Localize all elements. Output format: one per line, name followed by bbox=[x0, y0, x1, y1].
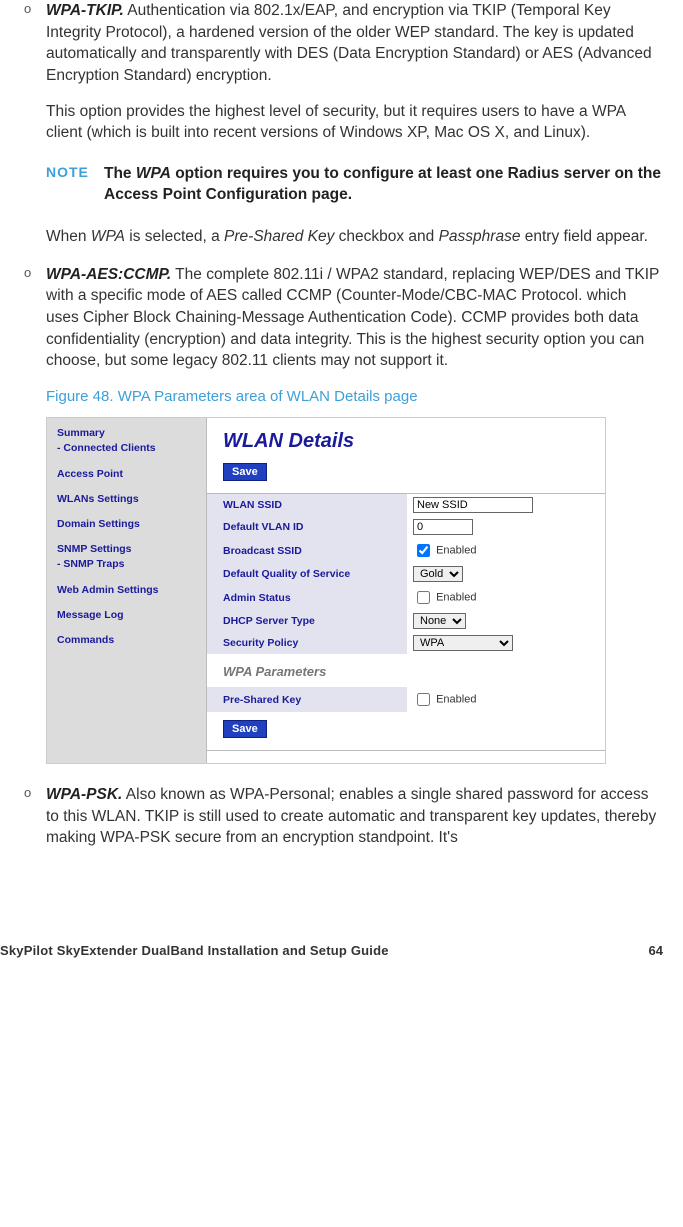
row-security: Security Policy WPA bbox=[207, 632, 605, 654]
label-vlan: Default VLAN ID bbox=[207, 516, 407, 538]
sidebar-item-domain[interactable]: Domain Settings bbox=[57, 517, 196, 532]
label-broadcast: Broadcast SSID bbox=[207, 538, 407, 563]
term-wpa-tkip: WPA-TKIP. bbox=[46, 2, 124, 19]
pn-mid1: is selected, a bbox=[125, 228, 224, 245]
list-item-wpa-aes: o WPA-AES:CCMP. The complete 802.11i / W… bbox=[20, 264, 663, 372]
select-dhcp[interactable]: None bbox=[413, 613, 466, 629]
desc-wpa-tkip: Authentication via 802.1x/EAP, and encry… bbox=[46, 2, 652, 84]
term-wpa-aes: WPA-AES:CCMP. bbox=[46, 266, 171, 283]
sidebar-item-message-log[interactable]: Message Log bbox=[57, 608, 196, 623]
list-item-wpa-tkip: o WPA-TKIP. Authentication via 802.1x/EA… bbox=[20, 0, 663, 144]
item-body: WPA-TKIP. Authentication via 802.1x/EAP,… bbox=[46, 0, 663, 144]
sidebar-item-wlans[interactable]: WLANs Settings bbox=[57, 492, 196, 507]
wpa-params-table: Pre-Shared Key Enabled bbox=[207, 687, 605, 712]
settings-table: WLAN SSID Default VLAN ID Broadcast SSID… bbox=[207, 494, 605, 654]
sidebar-item-commands[interactable]: Commands bbox=[57, 633, 196, 648]
row-dhcp: DHCP Server Type None bbox=[207, 610, 605, 632]
checkbox-psk[interactable] bbox=[417, 693, 430, 706]
input-vlan[interactable] bbox=[413, 519, 473, 535]
page-footer: SkyPilot SkyExtender DualBand Installati… bbox=[0, 903, 683, 978]
row-vlan: Default VLAN ID bbox=[207, 516, 605, 538]
note-label: NOTE bbox=[46, 164, 104, 180]
item-body: WPA-AES:CCMP. The complete 802.11i / WPA… bbox=[46, 264, 663, 372]
pn-mid2: checkbox and bbox=[334, 228, 438, 245]
row-psk: Pre-Shared Key Enabled bbox=[207, 687, 605, 712]
row-admin: Admin Status Enabled bbox=[207, 585, 605, 610]
checkbox-broadcast[interactable] bbox=[417, 544, 430, 557]
para-wpa-tkip-2: This option provides the highest level o… bbox=[46, 101, 663, 144]
enabled-label: Enabled bbox=[436, 545, 476, 557]
note-block: NOTE The WPA option requires you to conf… bbox=[46, 164, 663, 206]
label-ssid: WLAN SSID bbox=[207, 494, 407, 516]
item-body: WPA-PSK. Also known as WPA-Personal; ena… bbox=[46, 784, 663, 849]
list-item-wpa-psk: o WPA-PSK. Also known as WPA-Personal; e… bbox=[20, 784, 663, 849]
list-bullet: o bbox=[24, 784, 46, 802]
nav-sublabel: - SNMP Traps bbox=[57, 557, 196, 572]
sidebar-item-access-point[interactable]: Access Point bbox=[57, 467, 196, 482]
select-qos[interactable]: Gold bbox=[413, 566, 463, 582]
wpa-parameters-heading: WPA Parameters bbox=[207, 654, 605, 687]
nav-label: SNMP Settings bbox=[57, 543, 131, 555]
term-wpa-psk: WPA-PSK. bbox=[46, 786, 122, 803]
label-security: Security Policy bbox=[207, 632, 407, 654]
note-wpa-term: WPA bbox=[136, 165, 171, 182]
checkbox-admin[interactable] bbox=[417, 591, 430, 604]
pn-suffix: entry field appear. bbox=[520, 228, 648, 245]
label-admin: Admin Status bbox=[207, 585, 407, 610]
footer-page-number: 64 bbox=[649, 943, 663, 958]
nav-sublabel: - Connected Clients bbox=[57, 441, 196, 456]
wlan-details-screenshot: Summary - Connected Clients Access Point… bbox=[46, 417, 606, 764]
pn-psk: Pre-Shared Key bbox=[224, 228, 334, 245]
save-button-bottom[interactable]: Save bbox=[223, 720, 267, 738]
pn-prefix: When bbox=[46, 228, 91, 245]
note-prefix: The bbox=[104, 165, 136, 182]
sidebar-item-summary[interactable]: Summary - Connected Clients bbox=[57, 426, 196, 456]
screenshot-sidebar: Summary - Connected Clients Access Point… bbox=[47, 418, 207, 763]
input-ssid[interactable] bbox=[413, 497, 533, 513]
divider bbox=[207, 750, 605, 751]
row-broadcast: Broadcast SSID Enabled bbox=[207, 538, 605, 563]
wlan-details-title: WLAN Details bbox=[207, 426, 605, 463]
label-psk: Pre-Shared Key bbox=[207, 687, 407, 712]
desc-wpa-psk: Also known as WPA-Personal; enables a si… bbox=[46, 786, 656, 846]
row-qos: Default Quality of Service Gold bbox=[207, 563, 605, 585]
page-content: o WPA-TKIP. Authentication via 802.1x/EA… bbox=[0, 0, 683, 903]
sidebar-item-web-admin[interactable]: Web Admin Settings bbox=[57, 583, 196, 598]
note-suffix: option requires you to configure at leas… bbox=[104, 165, 661, 203]
enabled-label: Enabled bbox=[436, 592, 476, 604]
figure-caption: Figure 48. WPA Parameters area of WLAN D… bbox=[46, 388, 663, 405]
nav-label: Summary bbox=[57, 427, 105, 439]
label-dhcp: DHCP Server Type bbox=[207, 610, 407, 632]
enabled-label: Enabled bbox=[436, 694, 476, 706]
row-ssid: WLAN SSID bbox=[207, 494, 605, 516]
list-bullet: o bbox=[24, 0, 46, 18]
note-text: The WPA option requires you to configure… bbox=[104, 164, 663, 206]
list-bullet: o bbox=[24, 264, 46, 282]
label-qos: Default Quality of Service bbox=[207, 563, 407, 585]
pn-wpa: WPA bbox=[91, 228, 125, 245]
post-note-para: When WPA is selected, a Pre-Shared Key c… bbox=[46, 226, 663, 248]
pn-pass: Passphrase bbox=[439, 228, 521, 245]
screenshot-main: WLAN Details Save WLAN SSID Default VLAN… bbox=[207, 418, 605, 763]
sidebar-item-snmp[interactable]: SNMP Settings - SNMP Traps bbox=[57, 542, 196, 572]
select-security[interactable]: WPA bbox=[413, 635, 513, 651]
save-button-top[interactable]: Save bbox=[223, 463, 267, 481]
footer-doc-title: SkyPilot SkyExtender DualBand Installati… bbox=[0, 943, 389, 958]
